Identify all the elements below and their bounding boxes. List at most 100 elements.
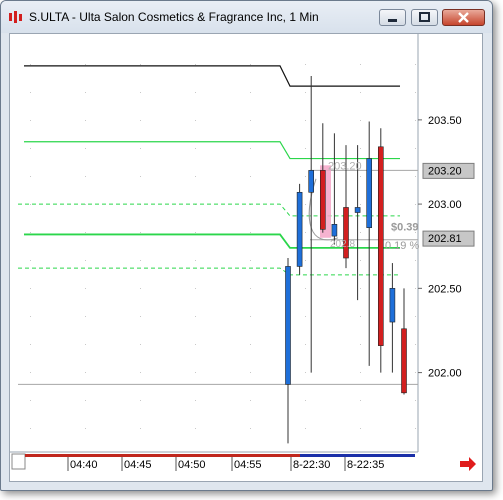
grid-dot (85, 400, 86, 401)
grid-dot (250, 316, 251, 317)
maximize-icon (419, 12, 430, 22)
grid-dot (250, 260, 251, 261)
time-axis-label: 04:55 (234, 459, 262, 471)
session-bar-red (25, 454, 300, 457)
close-button[interactable] (442, 9, 485, 26)
minimize-button[interactable] (379, 9, 406, 26)
grid-dot (195, 176, 196, 177)
grid-dot (195, 428, 196, 429)
grid-dot (305, 148, 306, 149)
minimize-icon (388, 19, 397, 22)
range-value-label: 202.8 (330, 239, 355, 250)
candle-body (319, 170, 326, 230)
grid-dot (250, 288, 251, 289)
grid-dot (360, 148, 361, 149)
window-title: S.ULTA - Ulta Salon Cosmetics & Fragranc… (29, 10, 319, 24)
grid-dot (140, 372, 141, 373)
candle-body (389, 288, 396, 323)
grid-dot (85, 120, 86, 121)
grid-dot (360, 64, 361, 65)
right-arrow-shape (460, 457, 476, 471)
grid-dot (360, 204, 361, 205)
grid-dot (250, 92, 251, 93)
grid-dot (305, 344, 306, 345)
grid-dot (30, 400, 31, 401)
grid-dot (360, 176, 361, 177)
grid-dot (195, 148, 196, 149)
chart-window: S.ULTA - Ulta Salon Cosmetics & Fragranc… (0, 0, 493, 491)
candle-body (331, 224, 338, 237)
grid-dot (415, 204, 416, 205)
grid-dot (250, 232, 251, 233)
session-bar-blue (300, 454, 415, 457)
grid-dot (305, 204, 306, 205)
resistance-level-line (24, 65, 400, 87)
grid-dot (195, 288, 196, 289)
grid-dot (305, 120, 306, 121)
grid-dot (30, 372, 31, 373)
title-bar[interactable]: S.ULTA - Ulta Salon Cosmetics & Fragranc… (1, 1, 492, 33)
grid-dot (305, 92, 306, 93)
grid-dot (85, 372, 86, 373)
grid-dot (250, 176, 251, 177)
grid-dot (85, 92, 86, 93)
candle-body (366, 158, 373, 228)
grid-dot (360, 260, 361, 261)
grid-dot (415, 316, 416, 317)
change-label: $0.39 (391, 222, 419, 234)
grid-dot (415, 260, 416, 261)
right-arrow-icon[interactable] (460, 457, 476, 471)
grid-dot (360, 372, 361, 373)
price-box-label: 203.20 (328, 160, 362, 172)
chart-area[interactable]: 203.20 $0.39 0.19 % 202.8 203.50 203.00 202.50… (9, 33, 483, 482)
grid-dot (360, 316, 361, 317)
grid-dot (195, 92, 196, 93)
grid-dot (85, 260, 86, 261)
grid-dot (360, 344, 361, 345)
grid-dot (85, 344, 86, 345)
grid-dot (30, 120, 31, 121)
grid-dot (195, 120, 196, 121)
candle-body (296, 191, 303, 267)
candle-body (377, 146, 384, 346)
candle-body (285, 266, 291, 385)
close-icon (458, 12, 469, 23)
grid-dot (85, 64, 86, 65)
grid-dot (85, 288, 86, 289)
grid-dot (305, 428, 306, 429)
grid-dot (250, 148, 251, 149)
grid-dot (305, 260, 306, 261)
grid-dot (250, 344, 251, 345)
grid-dot (30, 64, 31, 65)
grid-dot (415, 400, 416, 401)
grid-dot (140, 64, 141, 65)
lower-dashed-band-line (18, 267, 400, 276)
price-tag-label: 203.20 (428, 165, 462, 177)
grid-dot (195, 400, 196, 401)
maximize-button[interactable] (411, 9, 438, 26)
grid-dot (360, 400, 361, 401)
upper-dashed-band-line (18, 203, 400, 217)
grid-dot (140, 176, 141, 177)
grid-dot (250, 400, 251, 401)
grid-dot (30, 428, 31, 429)
grid-dot (305, 232, 306, 233)
grid-dot (30, 232, 31, 233)
price-chart[interactable]: 203.20 $0.39 0.19 % 202.8 203.50 203.00 202.50… (10, 34, 482, 481)
grid-dot (30, 92, 31, 93)
grid-dot (360, 92, 361, 93)
grid-dot (305, 372, 306, 373)
grid-dot (195, 232, 196, 233)
time-axis-label: 04:50 (178, 459, 206, 471)
grid-dot (30, 344, 31, 345)
grid-dot (140, 232, 141, 233)
grid-dot (140, 92, 141, 93)
grid-dot (415, 344, 416, 345)
grid-dot (30, 204, 31, 205)
grid-dot (85, 428, 86, 429)
bar-chart-icon (9, 11, 22, 23)
grid-dot (305, 288, 306, 289)
grid-dot (250, 428, 251, 429)
grid-dot (85, 204, 86, 205)
candle-body (401, 328, 407, 394)
